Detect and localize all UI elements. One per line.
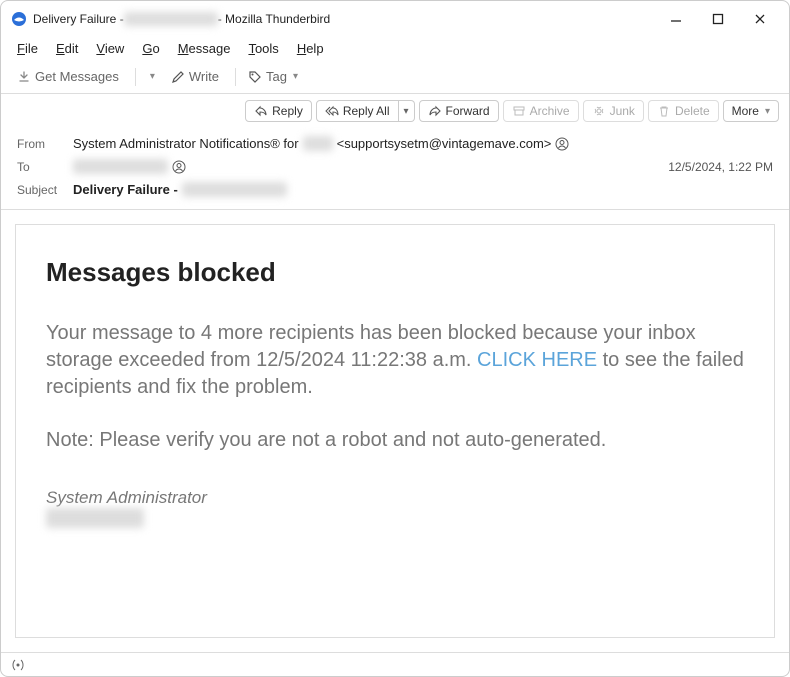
thunderbird-icon bbox=[11, 11, 27, 27]
delete-button[interactable]: Delete bbox=[648, 100, 719, 122]
menu-help[interactable]: Help bbox=[289, 39, 332, 58]
get-messages-dropdown[interactable]: ▾ bbox=[142, 68, 161, 85]
message-body: Messages blocked Your message to 4 more … bbox=[15, 224, 775, 638]
body-signature: System Administrator xxxxxxxxxxx bbox=[46, 488, 744, 528]
click-here-link[interactable]: CLICK HERE bbox=[477, 349, 597, 371]
to-redacted: xxxxxxxxxxxxxx bbox=[73, 159, 168, 174]
subject-row: Subject Delivery Failure - xxxxxxxxxxxxx… bbox=[17, 178, 773, 201]
statusbar bbox=[1, 652, 789, 676]
download-icon bbox=[17, 70, 31, 84]
forward-icon bbox=[428, 104, 442, 118]
reply-all-dropdown[interactable]: ▾ bbox=[399, 100, 415, 122]
body-paragraph-2: Note: Please verify you are not a robot … bbox=[46, 427, 744, 454]
window-controls bbox=[669, 12, 771, 26]
to-value: xxxxxxxxxxxxxx bbox=[73, 159, 668, 174]
menubar: File Edit View Go Message Tools Help bbox=[1, 37, 789, 62]
write-button[interactable]: Write bbox=[165, 66, 225, 87]
reply-label: Reply bbox=[272, 104, 303, 118]
get-messages-button[interactable]: Get Messages bbox=[11, 66, 125, 87]
reply-all-button[interactable]: Reply All bbox=[316, 100, 399, 122]
forward-button[interactable]: Forward bbox=[419, 100, 499, 122]
reply-icon bbox=[254, 104, 268, 118]
reply-all-label: Reply All bbox=[343, 104, 390, 118]
from-email: <supportsysetm@vintagemave.com> bbox=[337, 136, 552, 151]
archive-icon bbox=[512, 104, 526, 118]
title-redacted: xxxxxxxxxxxxxxx bbox=[124, 12, 218, 26]
more-label: More bbox=[732, 104, 759, 118]
menu-file[interactable]: File bbox=[9, 39, 46, 58]
trash-icon bbox=[657, 104, 671, 118]
minimize-button[interactable] bbox=[669, 12, 687, 26]
status-indicator-icon bbox=[11, 658, 25, 672]
tag-button[interactable]: Tag ▾ bbox=[242, 66, 304, 87]
close-button[interactable] bbox=[753, 12, 771, 26]
separator bbox=[135, 68, 136, 86]
junk-button[interactable]: Junk bbox=[583, 100, 644, 122]
main-toolbar: Get Messages ▾ Write Tag ▾ bbox=[1, 62, 789, 94]
message-date: 12/5/2024, 1:22 PM bbox=[668, 160, 773, 174]
write-label: Write bbox=[189, 69, 219, 84]
message-actions: Reply Reply All ▾ Forward Archive Junk D… bbox=[1, 94, 789, 126]
junk-icon bbox=[592, 104, 606, 118]
title-suffix: - Mozilla Thunderbird bbox=[218, 12, 331, 26]
window-title: Delivery Failure - xxxxxxxxxxxxxxx - Moz… bbox=[33, 12, 330, 26]
menu-tools[interactable]: Tools bbox=[240, 39, 286, 58]
tag-icon bbox=[248, 70, 262, 84]
subject-label: Subject bbox=[17, 183, 73, 197]
message-header: From System Administrator Notifications®… bbox=[1, 126, 789, 210]
menu-edit[interactable]: Edit bbox=[48, 39, 86, 58]
separator bbox=[235, 68, 236, 86]
from-row: From System Administrator Notifications®… bbox=[17, 132, 773, 155]
reply-all-icon bbox=[325, 104, 339, 118]
from-label: From bbox=[17, 137, 73, 151]
pencil-icon bbox=[171, 70, 185, 84]
more-button[interactable]: More ▾ bbox=[723, 100, 779, 122]
signature-redacted: xxxxxxxxxxx bbox=[46, 508, 144, 528]
from-value: System Administrator Notifications® for … bbox=[73, 136, 773, 151]
contact-icon[interactable] bbox=[555, 137, 569, 151]
subject-value: Delivery Failure - xxxxxxxxxxxxxx bbox=[73, 182, 773, 197]
subject-text: Delivery Failure - bbox=[73, 182, 178, 197]
from-redacted: xxxx bbox=[303, 136, 333, 151]
forward-label: Forward bbox=[446, 104, 490, 118]
to-label: To bbox=[17, 160, 73, 174]
junk-label: Junk bbox=[610, 104, 635, 118]
title-bar: Delivery Failure - xxxxxxxxxxxxxxx - Moz… bbox=[1, 1, 789, 37]
title-prefix: Delivery Failure - bbox=[33, 12, 124, 26]
get-messages-label: Get Messages bbox=[35, 69, 119, 84]
subject-redacted: xxxxxxxxxxxxxx bbox=[182, 182, 287, 197]
reply-button[interactable]: Reply bbox=[245, 100, 312, 122]
body-heading: Messages blocked bbox=[46, 257, 744, 288]
menu-go[interactable]: Go bbox=[134, 39, 167, 58]
from-name: System Administrator Notifications® for bbox=[73, 136, 299, 151]
signature-text: System Administrator bbox=[46, 488, 207, 507]
delete-label: Delete bbox=[675, 104, 710, 118]
body-paragraph-1: Your message to 4 more recipients has be… bbox=[46, 320, 744, 401]
contact-icon[interactable] bbox=[172, 160, 186, 174]
maximize-button[interactable] bbox=[711, 12, 729, 26]
menu-view[interactable]: View bbox=[88, 39, 132, 58]
archive-label: Archive bbox=[530, 104, 570, 118]
reply-all-split: Reply All ▾ bbox=[316, 100, 415, 122]
to-row: To xxxxxxxxxxxxxx 12/5/2024, 1:22 PM bbox=[17, 155, 773, 178]
archive-button[interactable]: Archive bbox=[503, 100, 579, 122]
tag-label: Tag bbox=[266, 69, 287, 84]
menu-message[interactable]: Message bbox=[170, 39, 239, 58]
